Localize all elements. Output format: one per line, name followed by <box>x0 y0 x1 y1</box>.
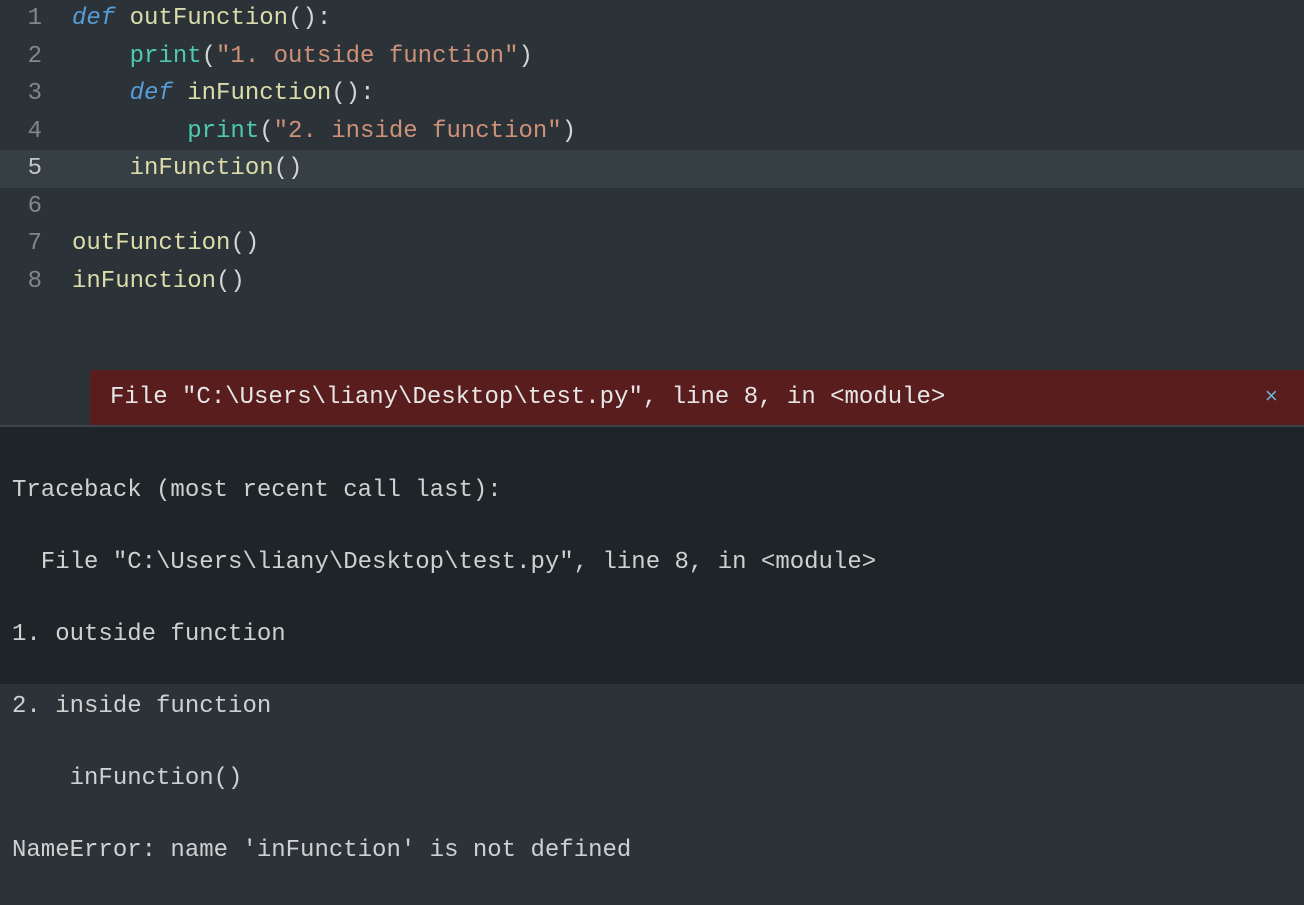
parens: () <box>216 268 245 295</box>
code-line-5[interactable]: 5 inFunction() <box>0 150 1304 188</box>
code-editor[interactable]: 1 def outFunction(): 2 print("1. outside… <box>0 0 1304 425</box>
code-content[interactable]: print("1. outside function") <box>60 43 1304 70</box>
builtin-print: print <box>187 118 259 145</box>
line-number: 5 <box>0 155 60 182</box>
terminal-line: inFunction() <box>12 761 1292 797</box>
function-call: inFunction <box>72 268 216 295</box>
keyword-def: def <box>72 5 115 32</box>
terminal-line: File "C:\Users\liany\Desktop\test.py", l… <box>12 545 1292 581</box>
code-line-1[interactable]: 1 def outFunction(): <box>0 0 1304 38</box>
code-line-2[interactable]: 2 print("1. outside function") <box>0 38 1304 76</box>
function-call: inFunction <box>130 155 274 182</box>
code-content[interactable]: inFunction() <box>60 268 1304 295</box>
line-number: 2 <box>0 43 60 70</box>
indent <box>72 43 130 70</box>
paren-open: ( <box>202 43 216 70</box>
code-content[interactable]: def inFunction(): <box>60 80 1304 107</box>
line-number: 1 <box>0 5 60 32</box>
string-literal: "2. inside function" <box>274 118 562 145</box>
terminal-output[interactable]: Traceback (most recent call last): File … <box>0 425 1304 684</box>
terminal-line: 2. inside function <box>12 689 1292 725</box>
code-line-7[interactable]: 7 outFunction() <box>0 225 1304 263</box>
builtin-print: print <box>130 43 202 70</box>
function-name: inFunction <box>187 80 331 107</box>
keyword-def: def <box>130 80 173 107</box>
code-content[interactable]: outFunction() <box>60 230 1304 257</box>
indent <box>72 118 187 145</box>
code-content[interactable]: print("2. inside function") <box>60 118 1304 145</box>
error-banner: File "C:\Users\liany\Desktop\test.py", l… <box>90 370 1304 425</box>
function-call: outFunction <box>72 230 230 257</box>
code-content[interactable]: inFunction() <box>60 155 1304 182</box>
string-literal: "1. outside function" <box>216 43 518 70</box>
line-number: 8 <box>0 268 60 295</box>
paren-open: ( <box>259 118 273 145</box>
line-number: 3 <box>0 80 60 107</box>
line-number: 4 <box>0 118 60 145</box>
line-number: 6 <box>0 193 60 220</box>
code-line-8[interactable]: 8 inFunction() <box>0 263 1304 301</box>
close-icon[interactable]: × <box>1259 385 1284 410</box>
code-line-4[interactable]: 4 print("2. inside function") <box>0 113 1304 151</box>
indent <box>72 155 130 182</box>
parens: () <box>230 230 259 257</box>
parens: (): <box>331 80 374 107</box>
parens: () <box>274 155 303 182</box>
terminal-line: 1. outside function <box>12 617 1292 653</box>
code-content[interactable]: def outFunction(): <box>60 5 1304 32</box>
paren-close: ) <box>562 118 576 145</box>
function-name: outFunction <box>130 5 288 32</box>
paren-close: ) <box>518 43 532 70</box>
code-line-6[interactable]: 6 <box>0 188 1304 226</box>
indent <box>72 80 130 107</box>
parens: (): <box>288 5 331 32</box>
code-line-3[interactable]: 3 def inFunction(): <box>0 75 1304 113</box>
line-number: 7 <box>0 230 60 257</box>
code-lines: 1 def outFunction(): 2 print("1. outside… <box>0 0 1304 360</box>
error-message: File "C:\Users\liany\Desktop\test.py", l… <box>110 384 945 411</box>
terminal-line: Traceback (most recent call last): <box>12 473 1292 509</box>
terminal-line: NameError: name 'inFunction' is not defi… <box>12 833 1292 869</box>
